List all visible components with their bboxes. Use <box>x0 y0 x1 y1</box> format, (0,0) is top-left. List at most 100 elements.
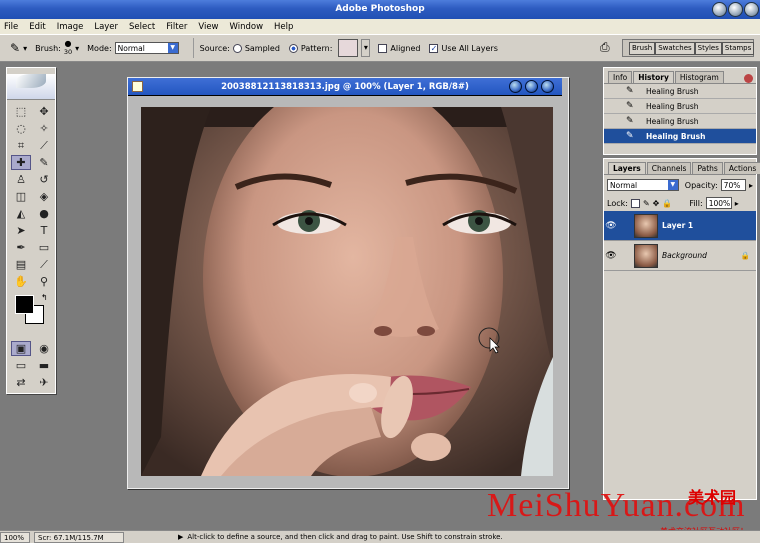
history-item[interactable]: ✎ Healing Brush <box>604 84 756 99</box>
mode-select[interactable]: Normal ▼ <box>114 42 179 54</box>
layer-row[interactable]: 👁 Background 🔒 <box>604 241 756 271</box>
magic-wand-icon[interactable]: ✧ <box>34 121 54 136</box>
menu-select[interactable]: Select <box>129 22 155 32</box>
standard-mode-icon[interactable]: ▣ <box>11 341 31 356</box>
move-tool-icon[interactable]: ✥ <box>34 104 54 119</box>
tab-paths[interactable]: Paths <box>692 162 723 174</box>
tab-actions[interactable]: Actions <box>723 162 760 174</box>
imageready-icon[interactable]: ✈ <box>34 375 54 390</box>
history-item[interactable]: ✎ Healing Brush <box>604 99 756 114</box>
menu-edit[interactable]: Edit <box>29 22 45 32</box>
menu-bar: File Edit Image Layer Select Filter View… <box>0 19 760 34</box>
opacity-input[interactable]: 70% <box>720 179 746 191</box>
menu-file[interactable]: File <box>4 22 18 32</box>
feather-logo-icon <box>16 74 46 88</box>
maximize-icon[interactable] <box>728 2 743 17</box>
well-tab-brush[interactable]: Brush <box>629 41 656 55</box>
chevron-down-icon[interactable]: ▾ <box>75 44 79 53</box>
hand-tool-icon[interactable]: ✋ <box>11 274 31 289</box>
lasso-tool-icon[interactable]: ◌ <box>11 121 31 136</box>
path-select-icon[interactable]: ➤ <box>11 223 31 238</box>
history-item-current[interactable]: ✎ Healing Brush <box>604 129 756 144</box>
full-screen-icon[interactable]: ▬ <box>34 358 54 373</box>
history-item-label: Healing Brush <box>646 101 699 111</box>
aligned-label: Aligned <box>390 43 421 53</box>
pen-tool-icon[interactable]: ✒ <box>11 240 31 255</box>
image-canvas[interactable] <box>141 107 553 476</box>
pattern-radio[interactable] <box>288 43 298 53</box>
menu-help[interactable]: Help <box>274 22 293 32</box>
doc-close-icon[interactable] <box>541 80 554 93</box>
eye-icon[interactable]: 👁 <box>604 221 618 231</box>
menu-filter[interactable]: Filter <box>166 22 187 32</box>
lock-paint-icon[interactable]: ✎ <box>643 199 650 208</box>
crop-tool-icon[interactable]: ⌗ <box>11 138 31 153</box>
menu-view[interactable]: View <box>198 22 218 32</box>
well-tab-stamps[interactable]: Stamps <box>721 41 755 55</box>
lock-move-icon[interactable]: ✥ <box>653 199 660 208</box>
layer-row[interactable]: 👁 Layer 1 <box>604 211 756 241</box>
brush-picker[interactable]: ● 30 <box>64 40 72 57</box>
stamp-tool-icon[interactable]: ♙ <box>11 172 31 187</box>
history-brush-icon[interactable]: ↺ <box>34 172 54 187</box>
zoom-level[interactable]: 100% <box>0 531 30 543</box>
close-icon[interactable] <box>744 2 759 17</box>
well-tab-swatches[interactable]: Swatches <box>655 41 695 55</box>
fill-input[interactable]: 100% <box>705 197 732 209</box>
use-all-layers-checkbox[interactable]: ✓ <box>429 43 439 53</box>
brush-label: Brush: <box>35 43 61 53</box>
pattern-dropdown[interactable]: ▾ <box>361 39 371 57</box>
sampled-radio[interactable] <box>232 43 242 53</box>
scratch-size[interactable]: Scr: 67.1M/115.7M <box>34 531 124 543</box>
toolbox-header[interactable] <box>7 74 55 100</box>
swap-colors-icon[interactable]: ↰ <box>41 293 48 302</box>
blend-mode-select[interactable]: Normal ▼ <box>607 179 679 191</box>
lock-all-icon[interactable]: 🔒 <box>662 199 672 208</box>
healing-brush-icon: ✎ <box>626 131 634 141</box>
pattern-swatch[interactable] <box>338 39 359 57</box>
tool-preset-picker[interactable]: ✎ ▾ <box>10 41 27 55</box>
shape-tool-icon[interactable]: ▭ <box>34 240 54 255</box>
quick-mask-icon[interactable]: ◉ <box>34 341 54 356</box>
zoom-tool-icon[interactable]: ⚲ <box>34 274 54 289</box>
foreground-color[interactable] <box>15 295 34 314</box>
chevron-right-icon[interactable]: ▸ <box>735 199 739 208</box>
tab-info[interactable]: Info <box>608 71 633 83</box>
history-item[interactable]: ✎ Healing Brush <box>604 114 756 129</box>
tab-channels[interactable]: Channels <box>646 162 692 174</box>
tab-layers[interactable]: Layers <box>608 162 646 174</box>
lock-transparency-checkbox[interactable] <box>630 198 640 208</box>
screen-mode-icon[interactable]: ▭ <box>11 358 31 373</box>
menu-layer[interactable]: Layer <box>94 22 118 32</box>
well-tab-styles[interactable]: Styles <box>694 41 722 55</box>
doc-minimize-icon[interactable] <box>509 80 522 93</box>
tab-histogram[interactable]: Histogram <box>674 71 724 83</box>
blur-tool-icon[interactable]: ◭ <box>11 206 31 221</box>
chevron-right-icon[interactable]: ▸ <box>749 181 753 190</box>
brush-tool-icon[interactable]: ✎ <box>34 155 54 170</box>
aligned-checkbox[interactable] <box>378 43 388 53</box>
paint-bucket-icon[interactable]: ◈ <box>34 189 54 204</box>
minimize-icon[interactable] <box>712 2 727 17</box>
menu-image[interactable]: Image <box>57 22 84 32</box>
document-window: 20038812113818313.jpg @ 100% (Layer 1, R… <box>127 77 569 489</box>
file-browser-icon[interactable]: ⎙ <box>600 40 610 55</box>
slice-tool-icon[interactable]: ⟋ <box>34 138 54 153</box>
doc-maximize-icon[interactable] <box>525 80 538 93</box>
type-tool-icon[interactable]: T <box>34 223 54 238</box>
fill-label: Fill: <box>689 198 703 208</box>
eraser-tool-icon[interactable]: ◫ <box>11 189 31 204</box>
healing-brush-tool-icon[interactable]: ✚ <box>11 155 31 170</box>
palette-menu-icon[interactable] <box>744 74 753 83</box>
eye-icon[interactable]: 👁 <box>604 251 618 261</box>
document-title-bar[interactable]: 20038812113818313.jpg @ 100% (Layer 1, R… <box>128 78 562 96</box>
dodge-tool-icon[interactable]: ● <box>34 206 54 221</box>
menu-window[interactable]: Window <box>230 22 264 32</box>
notes-tool-icon[interactable]: ▤ <box>11 257 31 272</box>
eyedropper-icon[interactable]: ⟋ <box>34 257 54 272</box>
app-title-bar[interactable]: Adobe Photoshop <box>0 0 760 19</box>
tab-history[interactable]: History <box>633 71 674 83</box>
marquee-tool-icon[interactable]: ⬚ <box>11 104 31 119</box>
jump-to-imageready-icon[interactable]: ⇄ <box>11 375 31 390</box>
play-icon[interactable]: ▶ <box>178 533 183 541</box>
